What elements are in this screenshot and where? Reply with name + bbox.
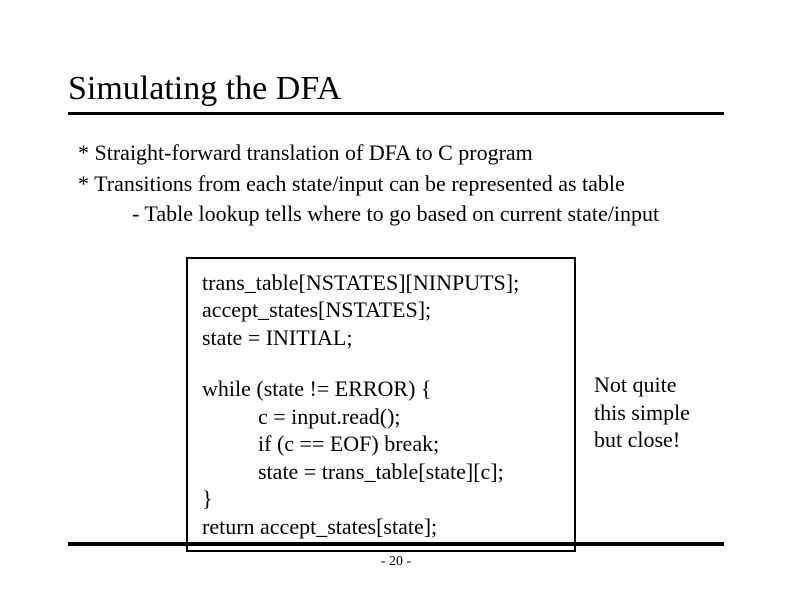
bullet-item: * Transitions from each state/input can … [78, 170, 724, 199]
code-line: } [202, 485, 560, 513]
code-blank-line [202, 351, 560, 375]
code-line: while (state != ERROR) { [202, 375, 560, 403]
code-note-row: trans_table[NSTATES][NINPUTS]; accept_st… [186, 257, 724, 553]
code-line: state = INITIAL; [202, 324, 560, 352]
code-line: return accept_states[state]; [202, 513, 560, 541]
bullet-list: * Straight-forward translation of DFA to… [68, 139, 724, 229]
code-line: c = input.read(); [258, 403, 560, 431]
bullet-item: * Straight-forward translation of DFA to… [78, 139, 724, 168]
code-box: trans_table[NSTATES][NINPUTS]; accept_st… [186, 257, 576, 553]
bottom-rule [68, 542, 724, 546]
note-line: Not quite [594, 371, 690, 399]
page-number: - 20 - [0, 554, 792, 570]
code-line: if (c == EOF) break; [258, 430, 560, 458]
bullet-subitem: - Table lookup tells where to go based o… [132, 200, 724, 229]
code-line: state = trans_table[state][c]; [258, 458, 560, 486]
side-note: Not quite this simple but close! [594, 371, 690, 454]
note-line: this simple [594, 399, 690, 427]
code-line: accept_states[NSTATES]; [202, 296, 560, 324]
slide: Simulating the DFA * Straight-forward tr… [0, 0, 792, 612]
slide-title: Simulating the DFA [68, 70, 724, 115]
code-line: trans_table[NSTATES][NINPUTS]; [202, 269, 560, 297]
note-line: but close! [594, 426, 690, 454]
